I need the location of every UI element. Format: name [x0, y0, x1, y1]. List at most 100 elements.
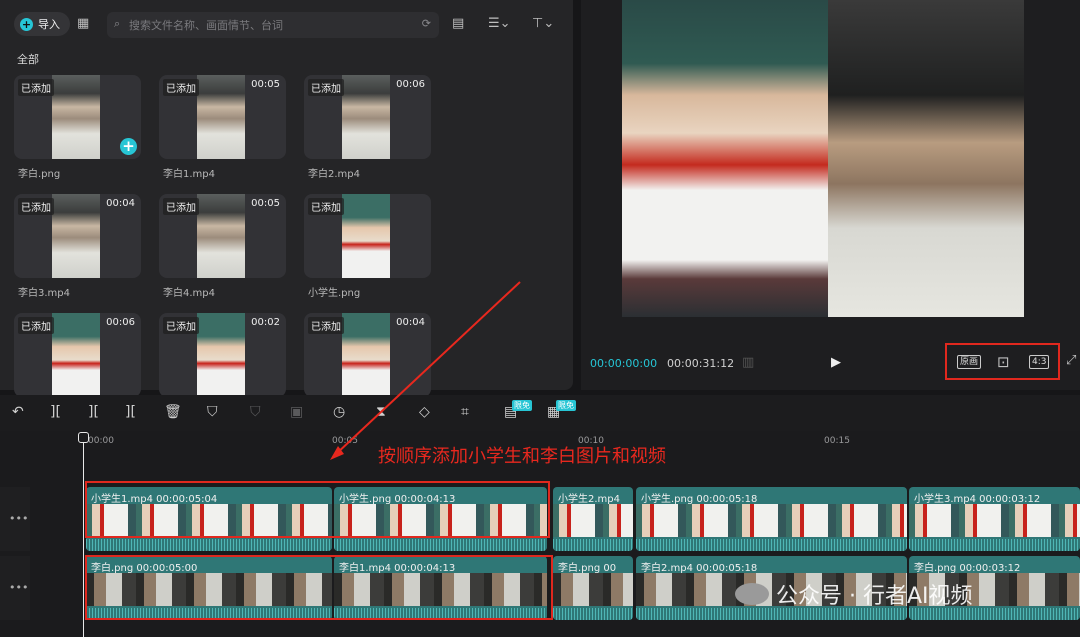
undo-icon[interactable]: ↶ [12, 404, 24, 420]
media-card[interactable]: 已添加 00:06 [304, 75, 431, 159]
speed-icon[interactable]: ◷ [333, 404, 345, 420]
track-menu-icon[interactable]: ••• [9, 581, 28, 594]
media-card[interactable]: 已添加 [304, 194, 431, 278]
filter-icon[interactable]: ⊤⌄ [532, 16, 554, 31]
section-label: 全部 [17, 53, 39, 66]
crop-icon[interactable]: ⌗ [461, 404, 469, 420]
media-caption: 小学生.png [308, 288, 361, 299]
media-duration: 00:04 [106, 198, 135, 209]
search-icon: ⌕ [114, 17, 121, 30]
preview-frame-girl [622, 0, 828, 317]
fullscreen-icon[interactable]: ⤢ [1066, 353, 1076, 368]
play-button[interactable]: ▶ [831, 355, 841, 370]
shield-off-icon[interactable]: ⛉ [250, 404, 261, 420]
media-card[interactable]: 已添加 00:04 [14, 194, 141, 278]
freeze-icon[interactable]: ▣ [290, 404, 303, 420]
media-card[interactable]: 已添加 00:02 [159, 313, 286, 397]
media-card[interactable]: 已添加 00:05 [159, 75, 286, 159]
add-to-timeline-icon[interactable]: + [120, 138, 137, 155]
media-thumbnail [342, 313, 390, 397]
sort-icon[interactable]: ☰⌄ [488, 16, 511, 31]
added-badge: 已添加 [308, 317, 344, 334]
clip-waveform [334, 539, 547, 551]
ruler-label: 00:15 [824, 436, 850, 446]
highlight-box [85, 555, 553, 620]
free-badge: 限免 [556, 400, 576, 411]
split-left-icon[interactable]: ][ [88, 404, 99, 420]
media-caption: 李白2.mp4 [308, 169, 360, 180]
media-thumbnail [197, 313, 245, 397]
original-button[interactable]: 原画 [957, 355, 982, 369]
clip-waveform [636, 539, 907, 551]
media-caption: 李白1.mp4 [163, 169, 215, 180]
clip-label: 李白2.mp4 00:00:05:18 [641, 563, 758, 574]
grid-icon[interactable]: ▦ [77, 16, 89, 31]
media-duration: 00:06 [106, 317, 135, 328]
watermark: 公众号 · 行者AI视频 [776, 584, 973, 609]
current-time: 00:00:00:00 [590, 357, 658, 370]
ruler-label: 00:00 [88, 436, 114, 446]
added-badge: 已添加 [18, 317, 54, 334]
import-button[interactable]: + 导入 [14, 12, 70, 36]
added-badge: 已添加 [163, 198, 199, 215]
added-badge: 已添加 [18, 198, 54, 215]
media-thumbnail [197, 194, 245, 278]
ruler-label: 00:05 [332, 436, 358, 446]
free-badge: 限免 [512, 400, 532, 411]
timeline-clip[interactable]: 小学生3.mp4 00:00:03:12 [909, 487, 1080, 551]
added-badge: 已添加 [308, 198, 344, 215]
annotation-text: 按顺序添加小学生和李白图片和视频 [378, 446, 666, 467]
track-menu-icon[interactable]: ••• [9, 512, 28, 525]
media-thumbnail [52, 194, 100, 278]
edit-toolbar [0, 395, 1080, 431]
media-card[interactable]: 已添加 00:06 [14, 313, 141, 397]
playhead-handle[interactable] [78, 432, 89, 443]
clip-label: 李白.png 00:00:03:12 [914, 563, 1021, 574]
timeline-clip[interactable]: 李白.png 00 [553, 556, 633, 620]
added-badge: 已添加 [163, 79, 199, 96]
refresh-icon[interactable]: ⟳ [422, 17, 431, 30]
clip-waveform [553, 539, 633, 551]
media-thumbnail [197, 75, 245, 159]
media-duration: 00:02 [251, 317, 280, 328]
split-right-icon[interactable]: ][ [125, 404, 136, 420]
media-card[interactable]: 已添加 00:05 [159, 194, 286, 278]
clip-label: 李白.png 00 [558, 563, 617, 574]
rotate-icon[interactable]: ◇ [419, 404, 430, 420]
media-duration: 00:04 [396, 317, 425, 328]
fit-icon[interactable]: ⊡ [997, 353, 1010, 371]
media-thumbnail [52, 313, 100, 397]
clip-thumbnails [636, 504, 907, 537]
view-toggle-icon[interactable]: ▤ [452, 16, 464, 31]
playhead[interactable] [83, 433, 84, 637]
clip-label: 小学生3.mp4 00:00:03:12 [914, 494, 1041, 505]
total-time: 00:00:31:12 [667, 357, 735, 370]
timeline-clip[interactable]: 小学生2.mp4 [553, 487, 633, 551]
split-icon[interactable]: ][ [50, 404, 61, 420]
plus-icon: + [20, 17, 33, 31]
media-card[interactable]: 已添加 00:04 [304, 313, 431, 397]
clip-thumbnails [909, 504, 1080, 537]
timeline-grid-icon[interactable]: ▥ [742, 355, 754, 370]
clip-label: 小学生2.mp4 [558, 494, 620, 505]
added-badge: 已添加 [163, 317, 199, 334]
media-caption: 李白4.mp4 [163, 288, 215, 299]
timeline-clip[interactable]: 小学生.png 00:00:05:18 [636, 487, 907, 551]
media-card[interactable]: 已添加 + [14, 75, 141, 159]
media-duration: 00:06 [396, 79, 425, 90]
search-input[interactable]: ⌕ 搜索文件名称、画面情节、台词 ⟳ [107, 12, 439, 38]
media-thumbnail [52, 75, 100, 159]
media-thumbnail [342, 75, 390, 159]
added-badge: 已添加 [308, 79, 344, 96]
delete-icon[interactable]: 🗑 [164, 404, 182, 420]
mirror-icon[interactable]: ⧗ [376, 404, 386, 420]
import-label: 导入 [38, 18, 60, 31]
clip-waveform [553, 608, 633, 620]
ratio-button[interactable]: 4:3 [1029, 355, 1050, 369]
media-thumbnail [342, 194, 390, 278]
highlight-box [85, 481, 550, 538]
clip-thumbnails [553, 504, 633, 537]
clip-label: 小学生.png 00:00:05:18 [641, 494, 758, 505]
clip-waveform [909, 539, 1080, 551]
shield-icon[interactable]: ⛉ [207, 404, 218, 420]
